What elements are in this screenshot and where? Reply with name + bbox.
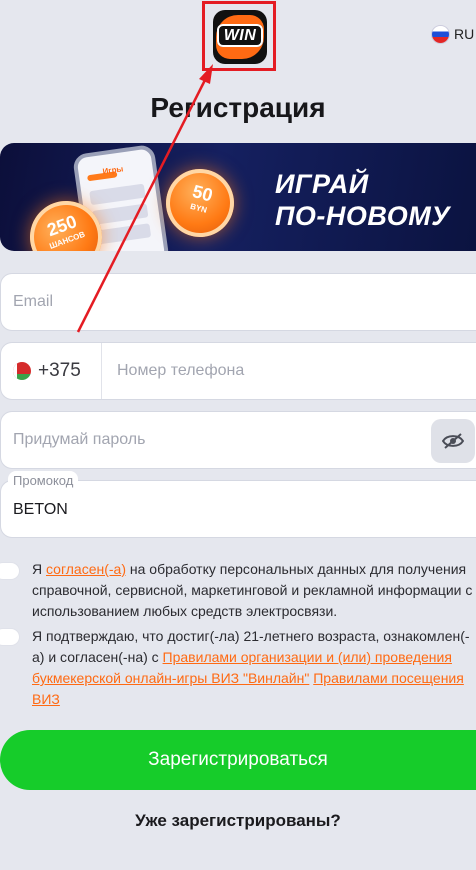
promo-code-field[interactable]: Промокод BETON <box>0 471 476 538</box>
header: WIN RU <box>0 0 476 80</box>
email-field[interactable]: Email <box>0 273 476 331</box>
logo-highlight-box: WIN <box>202 1 276 71</box>
eye-off-icon <box>442 433 464 449</box>
consent-checkbox-age[interactable] <box>0 628 24 648</box>
register-button[interactable]: Зарегистрироваться <box>0 730 476 790</box>
promo-code-label: Промокод <box>8 471 79 491</box>
consent-age-text: Я подтверждаю, что достиг(-ла) 21-летнег… <box>32 628 470 707</box>
promo-banner[interactable]: Игры 250 ШАНСОВ 50 BYN ИГРАЙ ПО-НОВОМУ <box>0 143 476 251</box>
phone-country-code: +375 <box>38 360 81 381</box>
phone-app-title: Игры <box>102 164 124 177</box>
casino-chip-icon: 50 BYN <box>158 161 242 245</box>
email-placeholder: Email <box>13 293 54 310</box>
banner-slogan: ИГРАЙ ПО-НОВОМУ <box>275 169 451 231</box>
phone-field[interactable]: +375 Номер телефона <box>0 342 476 400</box>
phone-placeholder: Номер телефона <box>117 362 245 379</box>
winline-logo[interactable]: WIN <box>213 10 267 64</box>
consent-link[interactable]: согласен(-а) <box>46 561 126 577</box>
already-registered-link[interactable]: Уже зарегистрированы? <box>0 811 476 831</box>
password-placeholder: Придумай пароль <box>13 431 146 448</box>
language-label: RU <box>454 26 475 42</box>
logo-text: WIN <box>216 24 264 47</box>
belarus-flag-icon <box>13 362 31 380</box>
phone-country-selector[interactable]: +375 <box>1 343 102 399</box>
language-selector[interactable]: RU <box>432 24 474 44</box>
consent-checkbox-personal-data[interactable] <box>0 562 24 582</box>
page-title: Регистрация <box>150 92 326 123</box>
promo-code-value: BETON <box>13 501 68 518</box>
toggle-password-visibility-button[interactable] <box>431 419 475 463</box>
russia-flag-icon <box>432 25 449 43</box>
password-field[interactable]: Придумай пароль <box>0 411 476 469</box>
consent-personal-data-text: Я согласен(-а) на обработку персональных… <box>32 561 473 619</box>
